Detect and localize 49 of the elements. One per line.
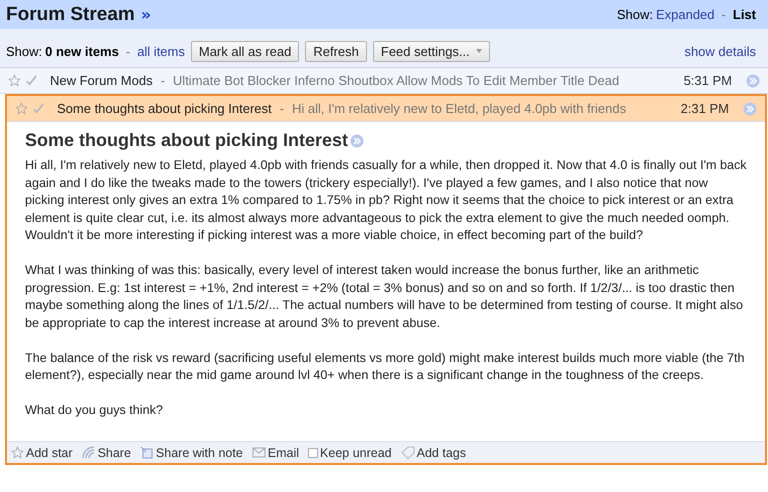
share-icon: [82, 446, 96, 459]
envelope-icon: [252, 447, 266, 458]
stream-item-row[interactable]: New Forum Mods - Ultimate Bot Blocker Inferno Shoutbox Allow Mods To Edit Member Title Dead 5:31 PM: [0, 68, 768, 94]
caret-icon: [476, 49, 482, 53]
checkmark-icon[interactable]: [25, 74, 38, 87]
filter-link[interactable]: 0 new items: [45, 44, 119, 58]
entry-action-link[interactable]: Share: [82, 446, 131, 460]
entry-paragraph: The balance of the risk vs reward (sacrificing useful elements vs more gold) might make interest builds much more viable (the 7th element?), especially near the mid game around lvl 40+ when there is a significant change in the toughness of the creeps.: [25, 350, 746, 384]
entry-action-link[interactable]: Email: [252, 446, 300, 460]
toolbar-button[interactable]: Refresh: [305, 40, 367, 62]
entry-paragraph: What do you guys think?: [25, 402, 164, 419]
checkmark-icon[interactable]: [32, 102, 45, 115]
more-icon[interactable]: [743, 102, 757, 116]
view-mode-link[interactable]: List: [732, 7, 756, 22]
view-mode-link[interactable]: Expanded: [656, 7, 715, 22]
filter-link[interactable]: all items: [137, 44, 185, 58]
entry-action-link[interactable]: Add star: [11, 446, 73, 460]
entry-action-link[interactable]: Add tags: [400, 446, 466, 460]
item-time: 5:31 PM: [684, 73, 732, 88]
show-details-link[interactable]: show details: [684, 44, 756, 58]
item-time: 2:31 PM: [680, 101, 729, 116]
item-snippet: Hi all, I'm relatively new to Eletd, played 4.0pb with friends: [292, 101, 628, 116]
show-label: Show:: [616, 7, 653, 22]
more-icon[interactable]: [350, 134, 364, 148]
separator: -: [722, 7, 726, 22]
toolbar-button[interactable]: Mark all as read: [190, 40, 300, 62]
stream-title: Forum Stream: [6, 4, 135, 24]
star-icon[interactable]: [8, 74, 21, 87]
note-icon: [140, 446, 154, 459]
show-label: Show:: [6, 44, 42, 58]
entry-paragraph: What I was thinking of was this: basically, every level of interest taken would increase the bonus further, like an arithmetic progression. E.g: 1st interest = +1%, 2nd interest = +2% (total = 3% bonus) and so on and so forth. If 1/2/3/... is too drastic then maybe something along the lines of 1/1.5/2/... The actual numbers will have to be determined from testing of course. It might also be appropriate to cap the interest increase at around 3% to prevent abuse.: [25, 262, 744, 332]
star-icon: [11, 446, 24, 459]
entry-paragraph: Hi all, I'm relatively new to Eletd, played 4.0pb with friends casually for a while, then dropped it. Now that 4.0 is finally out I'm back again and I do like the tweaks made to the towers (trickery especially!). I've played a few games, and I also notice that now picking interest only gives an extra 1% compared to 1.75% in pb? Right now it seems that the choice to pick interest or an extra element is quite clear cut, i.e. its almost always more advantageous to pick the extra element to give the much needed oomph. Wouldn't it be more interesting if picking interest was a more viable choice, in effect becoming part of the build?: [25, 157, 748, 244]
star-icon[interactable]: [15, 102, 28, 115]
separator: -: [280, 101, 284, 116]
item-title: New Forum Mods: [50, 73, 153, 88]
separator: -: [160, 73, 165, 88]
item-title: Some thoughts about picking Interest: [57, 101, 272, 116]
separator: -: [126, 44, 130, 58]
entry-action-link[interactable]: Share with note: [140, 446, 243, 460]
entry-action-link[interactable]: Keep unread: [308, 446, 392, 460]
feed-settings-dropdown[interactable]: Feed settings...: [372, 40, 490, 62]
item-snippet: Ultimate Bot Blocker Inferno Shoutbox Allow Mods To Edit Member Title Dead: [172, 73, 620, 88]
expand-link[interactable]: »: [140, 4, 152, 24]
more-icon[interactable]: [746, 74, 760, 88]
entry-title: Some thoughts about picking Interest: [25, 130, 348, 151]
checkbox[interactable]: [308, 448, 318, 458]
stream-item-row[interactable]: Some thoughts about picking Interest - Hi all, I'm relatively new to Eletd, played 4.0pb with friends 2:31 PM: [7, 96, 765, 122]
tag-icon: [400, 446, 415, 459]
